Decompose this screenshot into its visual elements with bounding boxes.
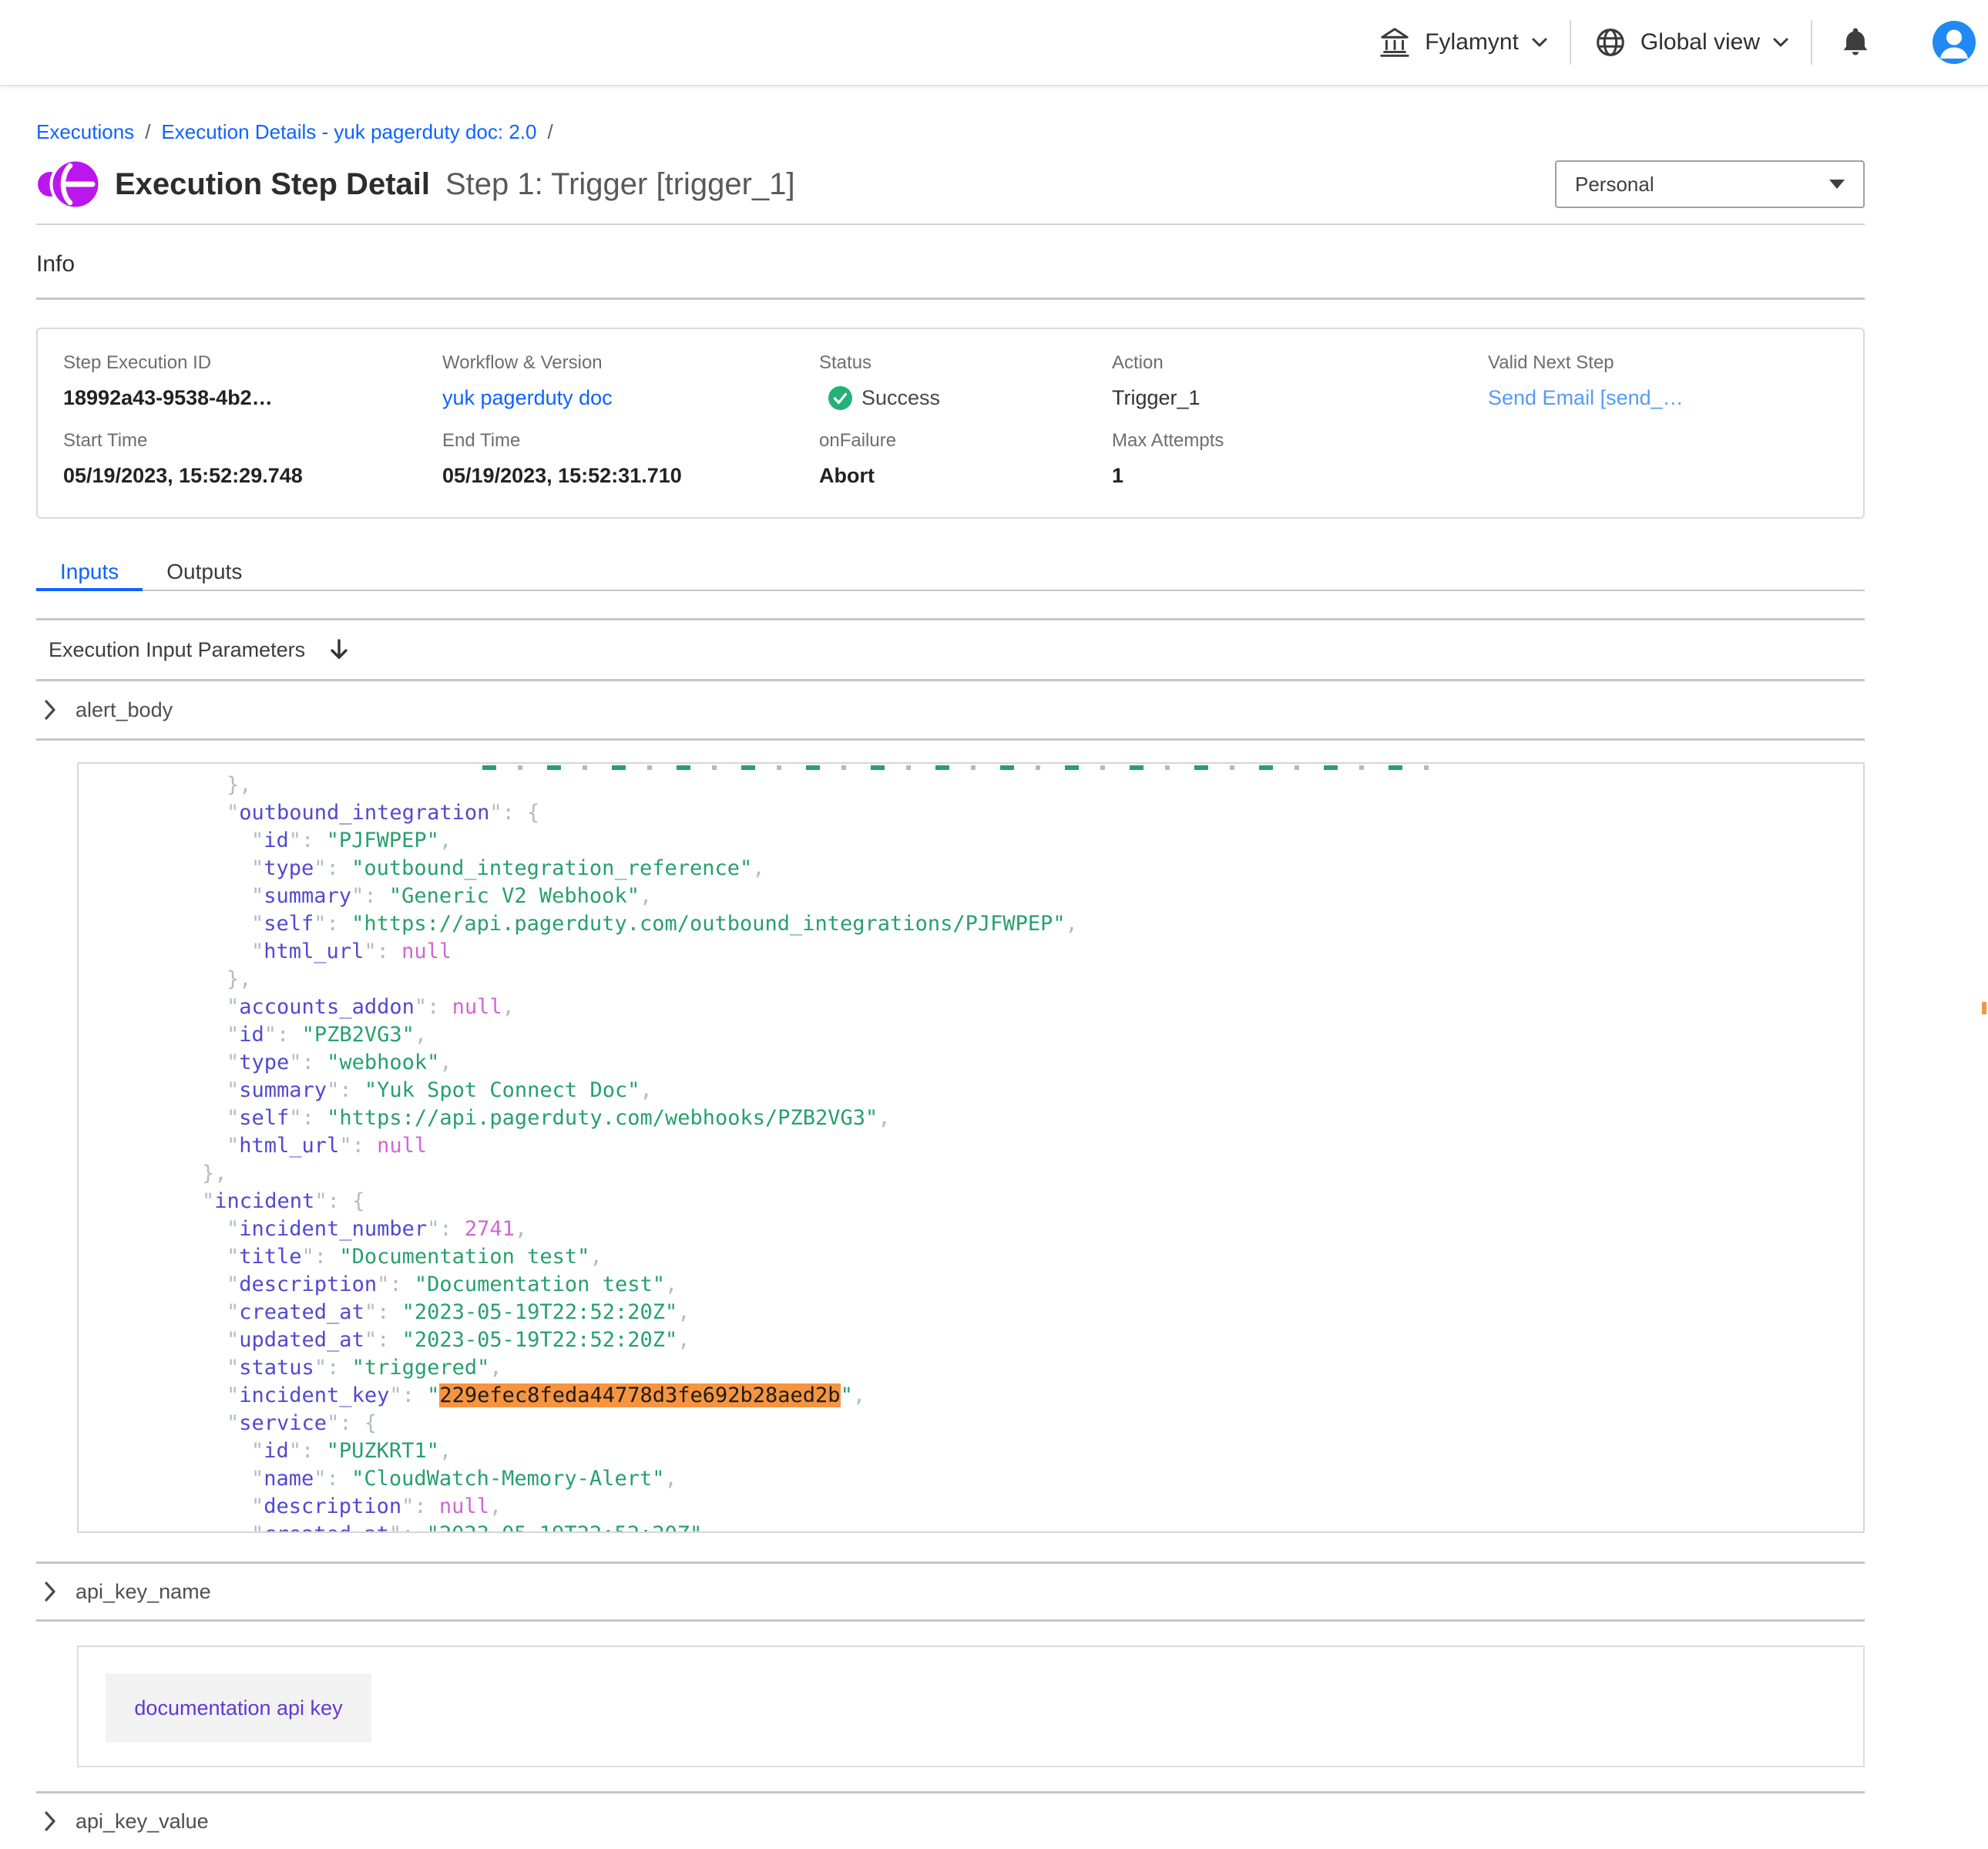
expander-alert-body[interactable]: alert_body bbox=[36, 681, 1865, 738]
breadcrumb: Executions / Execution Details - yuk pag… bbox=[36, 120, 1865, 143]
divider bbox=[36, 1619, 1865, 1622]
notifications-button[interactable] bbox=[1839, 25, 1872, 60]
workflow-step-icon bbox=[38, 156, 99, 213]
bank-icon bbox=[1377, 25, 1412, 60]
field-start-time: Start Time 05/19/2023, 15:52:29.748 bbox=[63, 430, 442, 488]
view-label: Global view bbox=[1640, 29, 1760, 55]
field-workflow-version: Workflow & Version yuk pagerduty doc bbox=[442, 352, 819, 410]
account-button[interactable] bbox=[1933, 21, 1976, 64]
json-code: },"outbound_integration": {"id": "PJFWPE… bbox=[79, 764, 1863, 1533]
json-code-block[interactable]: },"outbound_integration": {"id": "PJFWPE… bbox=[77, 762, 1865, 1533]
topbar-divider bbox=[1811, 20, 1812, 65]
org-switcher[interactable]: Fylamynt bbox=[1377, 25, 1548, 60]
page-header: Execution Step Detail Step 1: Trigger [t… bbox=[36, 159, 1865, 210]
divider bbox=[36, 298, 1865, 300]
field-max-attempts: Max Attempts 1 bbox=[1112, 430, 1488, 488]
org-label: Fylamynt bbox=[1425, 29, 1519, 55]
breadcrumb-separator: / bbox=[547, 120, 552, 143]
breadcrumb-separator: / bbox=[145, 120, 150, 143]
field-valid-next-step: Valid Next Step Send Email [send_… bbox=[1488, 352, 1863, 410]
view-switcher[interactable]: Global view bbox=[1593, 25, 1789, 60]
topbar-divider bbox=[1570, 20, 1571, 65]
scope-select[interactable]: Personal bbox=[1555, 160, 1865, 208]
chevron-right-icon bbox=[44, 1581, 56, 1602]
tabstrip: Inputs Outputs bbox=[36, 554, 1865, 591]
status-badge: Success bbox=[819, 386, 1112, 410]
field-step-execution-id: Step Execution ID 18992a43-9538-4b2… bbox=[63, 352, 442, 410]
divider bbox=[36, 224, 1865, 225]
chevron-down-icon bbox=[1531, 37, 1548, 48]
field-onfailure: onFailure Abort bbox=[819, 430, 1112, 488]
bell-icon bbox=[1839, 25, 1872, 60]
field-action: Action Trigger_1 bbox=[1112, 352, 1488, 410]
expander-api-key-name[interactable]: api_key_name bbox=[36, 1564, 1865, 1619]
expander-label: alert_body bbox=[76, 698, 173, 722]
api-key-name-panel: documentation api key bbox=[77, 1646, 1865, 1767]
chevron-right-icon bbox=[44, 1810, 56, 1832]
download-arrow-icon[interactable] bbox=[328, 637, 350, 662]
dropdown-caret-icon bbox=[1829, 180, 1845, 189]
chevron-right-icon bbox=[44, 699, 56, 721]
info-heading: Info bbox=[36, 251, 1865, 277]
api-key-name-chip: documentation api key bbox=[106, 1673, 371, 1743]
expander-label: api_key_name bbox=[76, 1580, 211, 1604]
scrollbar-match-marker bbox=[1982, 1002, 1986, 1014]
info-card: Step Execution ID 18992a43-9538-4b2… Wor… bbox=[36, 328, 1865, 519]
breadcrumb-execution-details[interactable]: Execution Details - yuk pagerduty doc: 2… bbox=[161, 120, 536, 143]
breadcrumb-executions[interactable]: Executions bbox=[36, 120, 134, 143]
workflow-link[interactable]: yuk pagerduty doc bbox=[442, 386, 613, 409]
scope-select-value: Personal bbox=[1575, 173, 1654, 197]
info-grid: Step Execution ID 18992a43-9538-4b2… Wor… bbox=[63, 352, 1863, 488]
expander-api-key-value[interactable]: api_key_value bbox=[36, 1794, 1865, 1849]
tab-outputs[interactable]: Outputs bbox=[143, 554, 266, 590]
divider bbox=[36, 738, 1865, 741]
expander-label: api_key_value bbox=[76, 1810, 209, 1834]
globe-icon bbox=[1593, 25, 1628, 60]
avatar-icon bbox=[1933, 21, 1976, 64]
field-status: Status Success bbox=[819, 352, 1112, 410]
chevron-down-icon bbox=[1772, 37, 1789, 48]
success-check-icon bbox=[828, 386, 852, 410]
execution-input-parameters-bar: Execution Input Parameters bbox=[36, 620, 1865, 679]
tab-inputs[interactable]: Inputs bbox=[36, 554, 143, 590]
page-subtitle: Step 1: Trigger [trigger_1] bbox=[445, 167, 795, 202]
field-end-time: End Time 05/19/2023, 15:52:31.710 bbox=[442, 430, 819, 488]
next-step-link[interactable]: Send Email [send_… bbox=[1488, 386, 1684, 409]
page-title: Execution Step Detail bbox=[115, 167, 430, 202]
topbar: Fylamynt Global view bbox=[0, 0, 1988, 86]
section-title: Execution Input Parameters bbox=[49, 638, 305, 662]
